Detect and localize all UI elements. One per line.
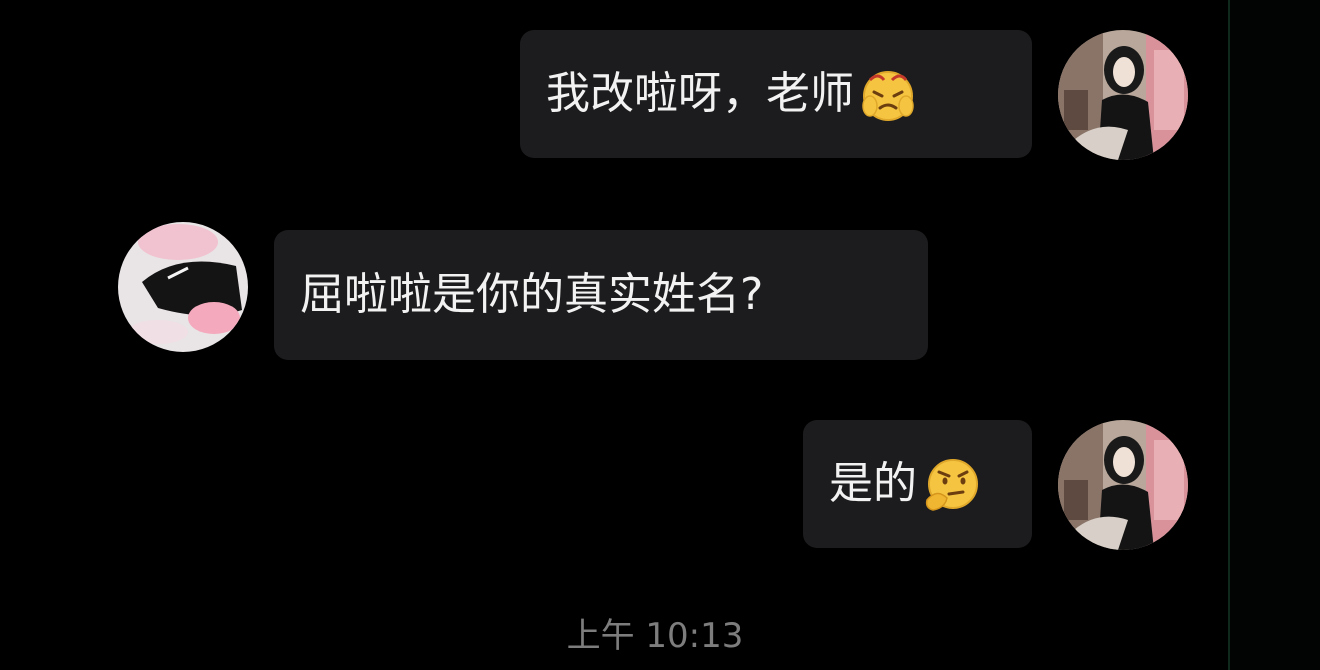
- avatar-me[interactable]: [1058, 420, 1188, 550]
- message-timestamp: 上午 10:13: [566, 616, 744, 656]
- message-bubble-received[interactable]: 屈啦啦是你的真实姓名?: [274, 230, 928, 360]
- message-text: 屈啦啦是你的真实姓名?: [300, 269, 764, 320]
- message-bubble-sent[interactable]: 我改啦呀，老师: [520, 30, 1032, 158]
- thinking-face-emoji-icon: [923, 456, 979, 512]
- message-text: 我改啦呀，老师: [546, 68, 854, 119]
- avatar-other[interactable]: [118, 222, 248, 352]
- side-pane: [1230, 0, 1320, 670]
- message-text: 是的: [829, 458, 917, 509]
- chat-area: 我改啦呀，老师 屈啦啦是你的真实姓名? 是的 上午 10:13: [0, 0, 1228, 670]
- avatar-me[interactable]: [1058, 30, 1188, 160]
- message-bubble-sent[interactable]: 是的: [803, 420, 1032, 548]
- pleading-face-emoji-icon: [860, 66, 916, 122]
